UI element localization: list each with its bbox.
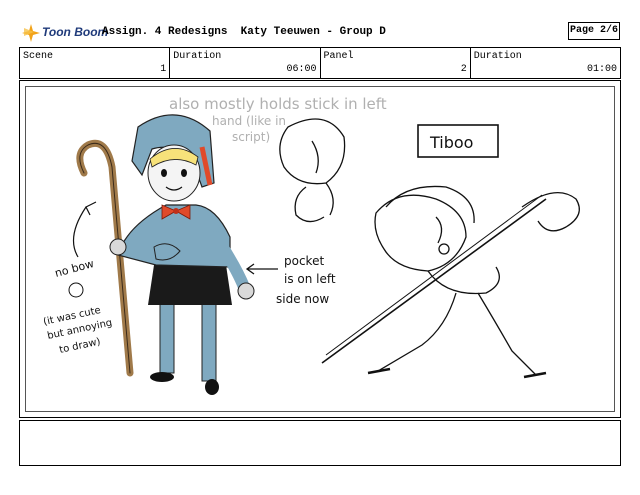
panel-info-bar: Scene 1 Duration 06:00 Panel 2 Duration … xyxy=(19,47,621,79)
panel-duration-label: Duration xyxy=(473,51,522,62)
document-title: Assign. 4 Redesigns Katy Teeuwen - Group… xyxy=(102,26,386,38)
scene-value: 1 xyxy=(160,64,167,75)
note-pocket-line1: pocket xyxy=(284,254,324,268)
sad-face-icon xyxy=(68,282,84,298)
scene-cell: Scene 1 xyxy=(20,48,171,78)
page-header: Toon Boom Assign. 4 Redesigns Katy Teeuw… xyxy=(20,20,620,46)
character-sketch: also mostly holds stick in left hand (li… xyxy=(42,95,580,395)
logo-star-icon xyxy=(22,24,40,42)
storyboard-panel: also mostly holds stick in left hand (li… xyxy=(19,80,621,418)
logo-text: Toon Boom xyxy=(42,25,109,39)
panel-duration-cell: Duration 01:00 xyxy=(471,48,620,78)
note-top-line3: script) xyxy=(232,130,270,144)
duration-label: Duration xyxy=(173,51,222,62)
scene-label: Scene xyxy=(23,51,54,62)
panel-duration-value: 01:00 xyxy=(586,64,617,75)
note-bow: no bow xyxy=(53,257,95,280)
panel-cell: Panel 2 xyxy=(321,48,471,78)
note-cute-line3: to draw) xyxy=(58,336,101,355)
head-sketch xyxy=(279,118,346,223)
note-pocket-line2: is on left xyxy=(284,272,336,286)
panel-label: Panel xyxy=(323,51,354,62)
duration-cell: Duration 06:00 xyxy=(170,48,321,78)
note-top-line2: hand (like in xyxy=(212,114,286,128)
bo-peep-character xyxy=(76,114,255,395)
panel-notes-area xyxy=(19,420,621,466)
panel-image: also mostly holds stick in left hand (li… xyxy=(25,86,615,412)
panel-value: 2 xyxy=(460,64,467,75)
bow-arrow xyxy=(72,206,87,258)
note-top-line1: also mostly holds stick in left xyxy=(169,95,387,113)
bow-arrow-head xyxy=(85,201,97,216)
duration-value: 06:00 xyxy=(286,64,317,75)
page-number: Page 2/6 xyxy=(568,22,620,40)
note-pocket-line3: side now xyxy=(276,292,329,306)
action-pose-sketch xyxy=(321,185,580,379)
title-box-label: Tiboo xyxy=(429,133,473,152)
